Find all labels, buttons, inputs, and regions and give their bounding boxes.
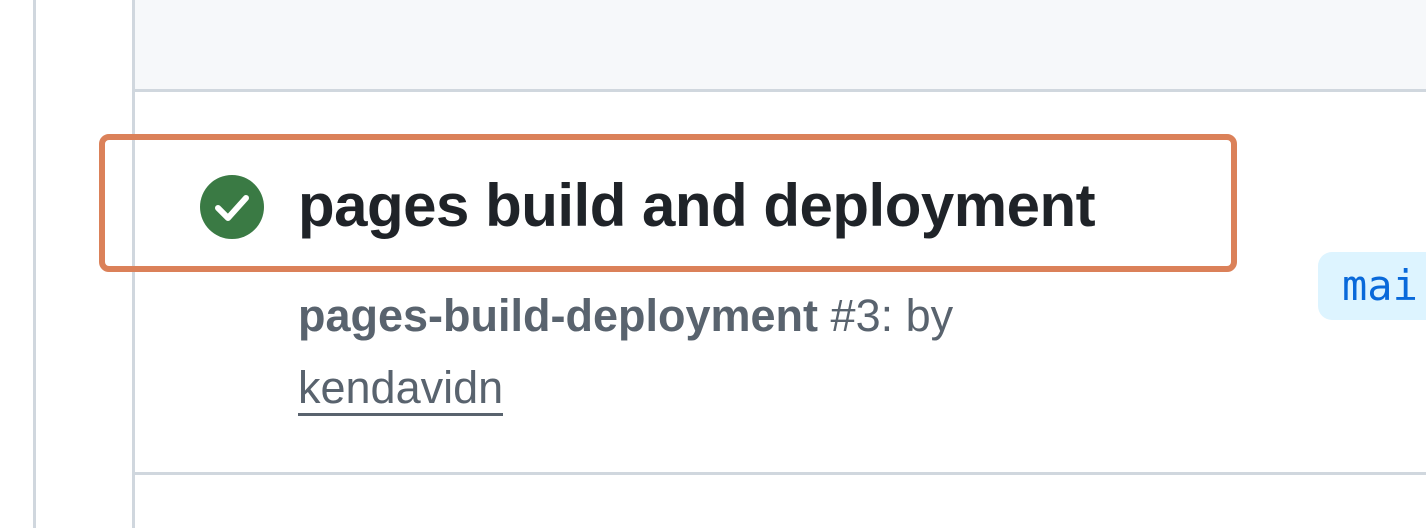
run-by-text: : by bbox=[880, 290, 954, 341]
run-title-link[interactable]: pages build and deployment bbox=[298, 168, 1096, 244]
actor-link[interactable]: kendavidn bbox=[298, 362, 504, 416]
run-meta: pages-build-deployment #3: by kendavidn bbox=[298, 280, 1058, 424]
branch-badge[interactable]: mai bbox=[1318, 252, 1426, 320]
runs-table-header bbox=[135, 0, 1426, 92]
check-circle-fill-icon bbox=[200, 175, 264, 239]
workflow-name: pages-build-deployment bbox=[298, 290, 819, 341]
outer-left-border bbox=[33, 0, 36, 528]
run-number: #3 bbox=[830, 290, 881, 341]
